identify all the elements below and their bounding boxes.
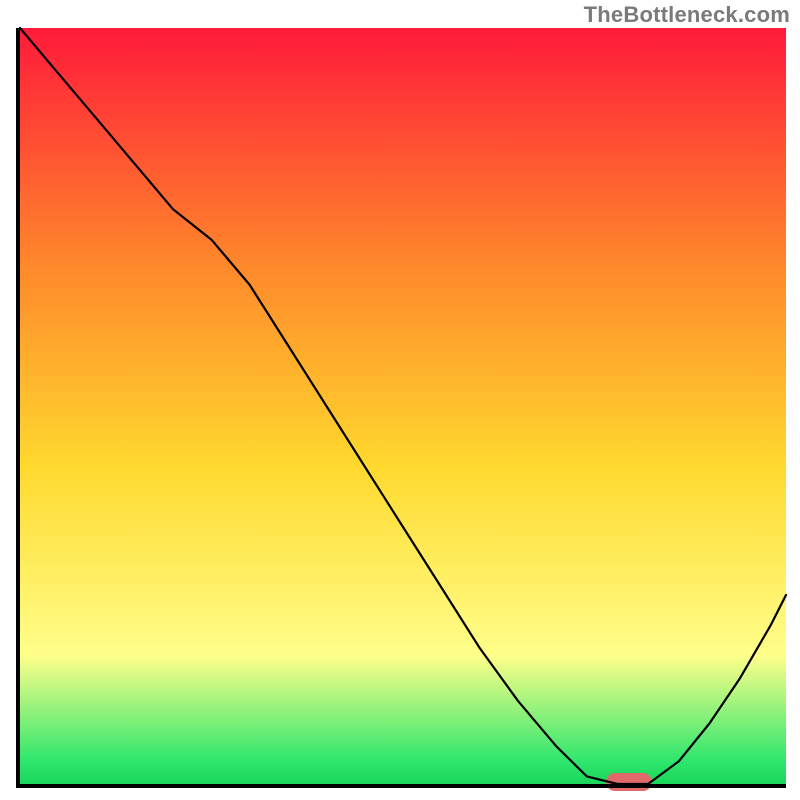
axes-frame — [16, 28, 786, 788]
chart-stage: TheBottleneck.com — [0, 0, 800, 800]
watermark-text: TheBottleneck.com — [584, 2, 790, 28]
